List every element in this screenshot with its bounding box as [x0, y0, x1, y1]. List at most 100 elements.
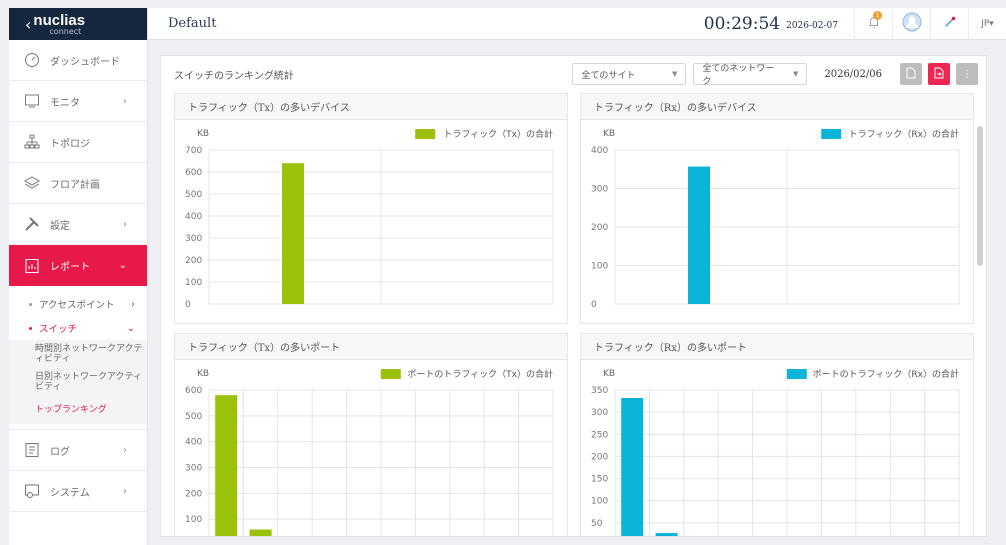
- chart-title: トラフィック（Tx）の多いポート: [175, 334, 567, 360]
- sidebar-item-report[interactable]: レポート ⌄: [9, 245, 147, 286]
- sidebar-item-monitor[interactable]: モニタ ›: [9, 81, 147, 122]
- more-options-button[interactable]: ⋮: [956, 63, 978, 85]
- sidebar-subitem-access-point[interactable]: アクセスポイント ›: [9, 292, 147, 316]
- sidebar-item-label: トポロジ: [50, 138, 90, 150]
- y-tick-label: 200: [185, 489, 202, 499]
- tools-button[interactable]: [930, 7, 968, 40]
- sidebar-subsubitem-label: トップランキング: [35, 405, 107, 415]
- sidebar-item-label: ログ: [50, 446, 70, 458]
- bar: [215, 395, 238, 536]
- document-icon: [906, 67, 916, 82]
- scrollbar[interactable]: [977, 126, 983, 266]
- floorplan-icon: [23, 174, 41, 192]
- sidebar-subitem-switch[interactable]: スイッチ ⌄: [9, 316, 147, 340]
- y-tick-label: 300: [185, 234, 202, 244]
- sidebar-item-topology[interactable]: トポロジ: [9, 122, 147, 163]
- legend-swatch: [821, 129, 842, 139]
- y-tick-label: 0: [185, 300, 191, 310]
- sidebar-subitem-label: アクセスポイント: [39, 300, 115, 311]
- top-header: Default 00:29:54 2026-02-07 1 JP▾: [148, 7, 1006, 40]
- app-logo[interactable]: ‹ nuclias connect: [9, 8, 147, 40]
- sidebar-item-label: 設定: [50, 220, 70, 232]
- chart-rx-devices: KB トラフィック（Rx）の合計 0 100 200 300 400: [591, 128, 960, 310]
- sidebar-item-log[interactable]: ログ ›: [9, 430, 147, 471]
- y-tick-label: 250: [591, 430, 608, 440]
- y-tick-label: 100: [185, 515, 202, 525]
- y-tick-label: 0: [591, 300, 597, 310]
- y-tick-label: 300: [591, 408, 608, 418]
- sidebar-item-dashboard[interactable]: ダッシュボード: [9, 40, 147, 81]
- y-tick-label: 600: [185, 168, 202, 178]
- y-tick-label: 50: [591, 519, 603, 529]
- site-select-value: 全てのサイト: [581, 70, 636, 81]
- user-avatar-button[interactable]: [892, 7, 930, 40]
- chart-card-tx-ports: トラフィック（Tx）の多いポート KBポートのトラフィック（Tx）の合計0100…: [174, 333, 568, 536]
- notification-button[interactable]: 1: [854, 7, 892, 40]
- chart-title: トラフィック（Tx）の多いデバイス: [175, 94, 567, 120]
- export-icon: [934, 67, 944, 82]
- report-icon: [23, 257, 41, 275]
- sidebar-subsubitem-top-ranking[interactable]: トップランキング: [9, 396, 147, 424]
- sidebar-subsubitem-label: 日別ネットワークアクティビティ: [35, 372, 143, 392]
- sidebar-subsubitem-daily[interactable]: 日別ネットワークアクティビティ: [9, 368, 147, 396]
- bar: [688, 166, 710, 304]
- bar: [655, 533, 678, 536]
- legend-swatch: [380, 369, 401, 379]
- log-icon: [23, 441, 41, 459]
- y-tick-label: 700: [185, 146, 202, 156]
- sidebar-item-label: フロア計画: [50, 179, 100, 191]
- back-chevron-icon[interactable]: ‹: [25, 15, 31, 34]
- chevron-right-icon: ›: [123, 485, 127, 497]
- bar: [249, 529, 272, 536]
- bullet-icon: [29, 326, 32, 330]
- bar: [621, 397, 644, 536]
- chevron-right-icon: ›: [123, 218, 127, 230]
- chevron-down-icon: ⌄: [118, 260, 127, 271]
- clock-date: 2026-02-07: [786, 20, 838, 31]
- date-picker[interactable]: 2026/02/06: [824, 69, 882, 80]
- chart-title: トラフィック（Rx）の多いポート: [581, 334, 973, 360]
- y-tick-label: 400: [185, 212, 202, 222]
- network-select[interactable]: 全てのネットワーク ▼: [693, 63, 808, 87]
- site-select[interactable]: 全てのサイト ▼: [572, 63, 687, 85]
- logo-brand: nuclias: [33, 11, 86, 29]
- sidebar-subsubitem-label: 時間別ネットワークアクティビティ: [35, 344, 143, 364]
- chart-title: トラフィック（Rx）の多いデバイス: [581, 94, 973, 120]
- language-select[interactable]: JP▾: [968, 7, 1006, 40]
- legend-label: トラフィック（Tx）の合計: [443, 128, 553, 140]
- legend-swatch: [415, 129, 436, 139]
- logo-sub: connect: [49, 26, 82, 36]
- more-vertical-icon: ⋮: [962, 68, 972, 80]
- settings-icon: [23, 215, 41, 233]
- export-csv-button[interactable]: [900, 63, 922, 85]
- y-tick-label: 150: [591, 475, 608, 485]
- sidebar-item-label: モニタ: [50, 97, 80, 109]
- y-tick-label: 100: [591, 497, 608, 507]
- chevron-right-icon: ›: [123, 95, 127, 107]
- export-pdf-button[interactable]: [928, 63, 950, 85]
- y-tick-label: 500: [185, 190, 202, 200]
- panel-toolbar: スイッチのランキング統計 全てのサイト ▼ 全てのネットワーク ▼ 2026/0…: [161, 56, 986, 92]
- legend-label: ポートのトラフィック（Tx）の合計: [407, 368, 553, 380]
- sidebar-item-system[interactable]: システム ›: [9, 471, 147, 512]
- chevron-right-icon: ›: [131, 298, 135, 310]
- system-icon: [23, 482, 41, 500]
- sidebar-item-settings[interactable]: 設定 ›: [9, 204, 147, 245]
- bar: [282, 163, 304, 304]
- chevron-right-icon: ›: [123, 444, 127, 456]
- y-axis-unit: KB: [603, 129, 615, 139]
- chart-card-rx-ports: トラフィック（Rx）の多いポート KBポートのトラフィック（Rx）の合計0501…: [580, 333, 974, 536]
- sidebar-item-floorplan[interactable]: フロア計画: [9, 163, 147, 204]
- dashboard-icon: [23, 51, 41, 69]
- sidebar: ‹ nuclias connect ダッシュボード モニタ › トポロジ フロア…: [9, 8, 148, 545]
- y-tick-label: 300: [591, 185, 608, 195]
- caret-down-icon: ▼: [671, 70, 678, 78]
- chevron-down-icon: ⌄: [126, 322, 135, 334]
- panel-title: スイッチのランキング統計: [174, 70, 294, 82]
- caret-down-icon: ▾: [989, 18, 994, 29]
- chart-tx-devices: KB トラフィック（Tx）の合計 0 100 200 300 400 500 600 700: [185, 128, 554, 310]
- y-tick-label: 200: [591, 452, 608, 462]
- bullet-icon: [29, 302, 32, 306]
- sidebar-subsubitem-hourly[interactable]: 時間別ネットワークアクティビティ: [9, 340, 147, 368]
- magic-wand-icon: [943, 15, 957, 32]
